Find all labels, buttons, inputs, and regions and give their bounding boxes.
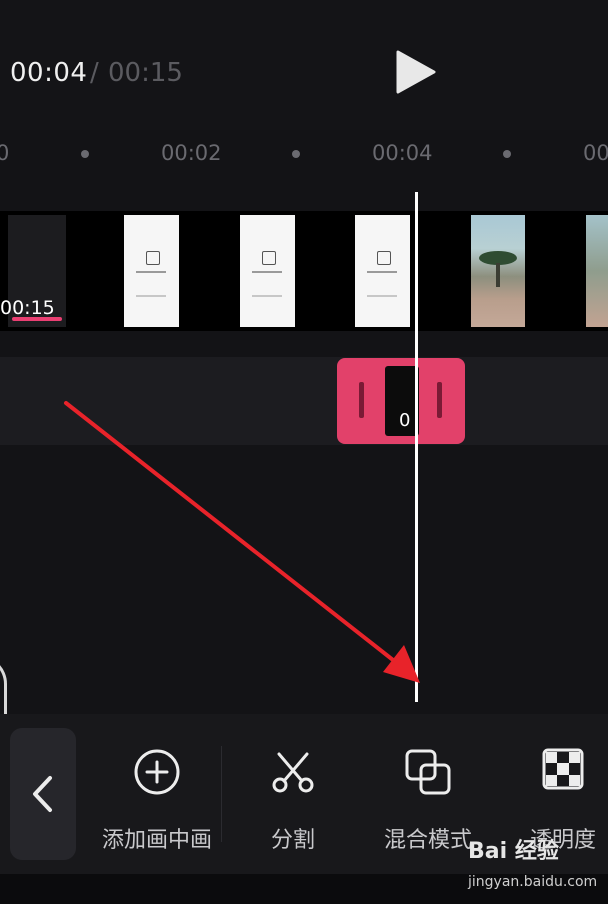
doc-line [367,271,397,273]
blend-mode-icon [405,749,451,795]
video-thumbnail [124,215,179,327]
player-header: 00:04 / 00:15 [0,0,608,130]
tree-trunk [496,263,500,287]
time-ruler: 0 00:02 00:04 00 [0,135,608,175]
main-video-track[interactable]: 00:15 [0,211,608,331]
pip-clip[interactable]: 0 [337,358,465,444]
playhead[interactable] [415,192,418,702]
add-pip-button[interactable]: 添加画中画 [92,748,222,858]
doc-line [252,295,282,297]
current-time: 00:04 [10,58,88,88]
video-thumbnail [471,215,525,327]
video-thumbnail [355,215,410,327]
trim-handle-left[interactable] [359,382,364,418]
ruler-label: 0 [0,141,10,165]
doc-glyph [146,251,160,265]
pip-clip-label: 0 [399,410,411,431]
toolbar-divider [221,746,222,842]
ruler-dot [292,150,300,158]
time-separator: / [90,58,99,88]
add-pip-label: 添加画中画 [101,828,212,853]
watermark-url: jingyan.baidu.com [468,874,598,890]
pip-track[interactable]: 0 [0,357,608,445]
clip-duration: 00:15 [0,297,55,319]
split-button[interactable]: 分割 [228,748,358,858]
video-thumbnail [240,215,295,327]
doc-glyph [262,251,276,265]
ruler-dot [503,150,511,158]
plus-circle-icon [134,749,180,795]
ruler-label: 00:04 [372,141,433,165]
ruler-label: 00 [583,141,608,165]
doc-line [136,271,166,273]
play-icon [396,50,436,94]
scissors-icon [272,752,314,793]
back-button[interactable] [10,728,76,860]
ruler-dot [81,150,89,158]
trim-handle-right[interactable] [437,382,442,418]
video-thumbnail [586,215,608,327]
total-time: 00:15 [108,58,183,88]
play-button[interactable] [394,50,438,94]
chevron-left-icon [33,776,52,812]
ruler-label: 00:02 [161,141,222,165]
split-label: 分割 [270,828,315,853]
doc-line [252,271,282,273]
watermark-logo: Bai 经验 [468,839,559,864]
doc-glyph [377,251,391,265]
doc-line [367,295,397,297]
doc-line [136,295,166,297]
checkerboard-icon [542,748,584,790]
clip-progress-bar [12,317,62,321]
